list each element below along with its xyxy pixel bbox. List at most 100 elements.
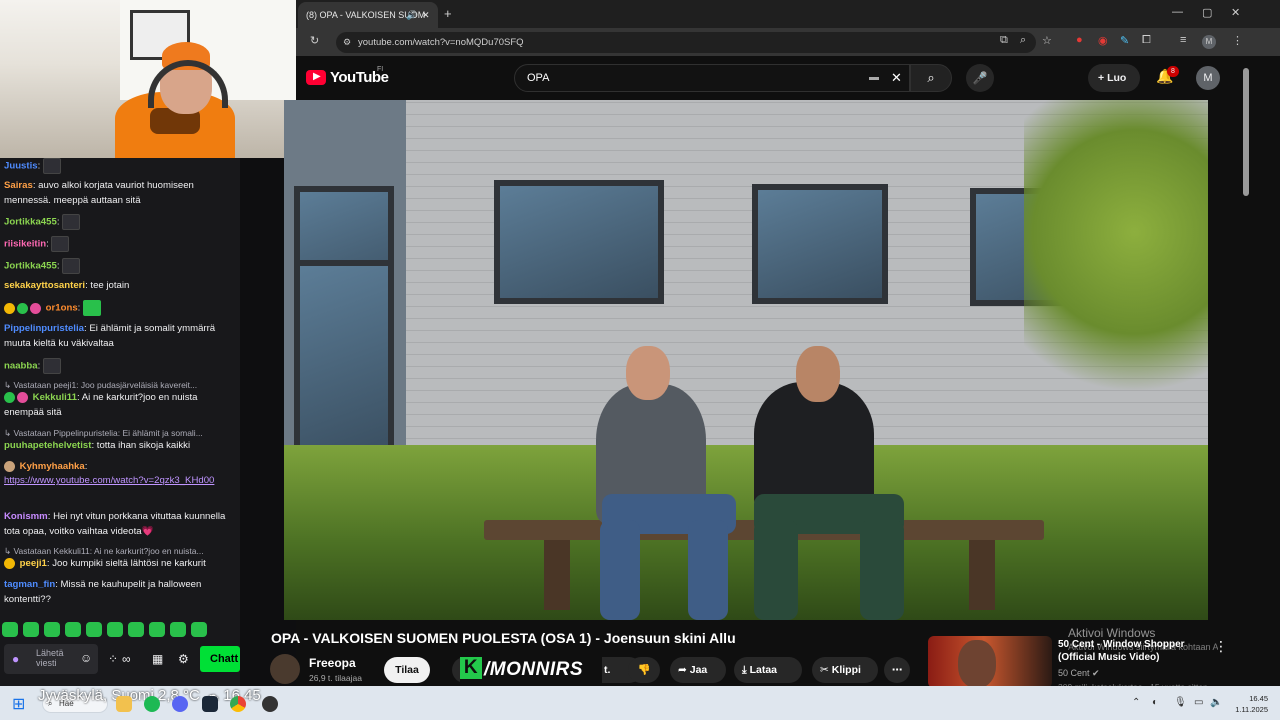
- points-icon[interactable]: ⁘: [108, 652, 118, 667]
- audio-icon[interactable]: 🔊: [406, 2, 417, 28]
- scrollbar-thumb[interactable]: [1243, 68, 1249, 196]
- clip-button[interactable]: ✂ Klippi: [812, 657, 878, 683]
- tray-app-icon[interactable]: ◐: [1152, 697, 1158, 708]
- avatar[interactable]: M: [1196, 66, 1220, 90]
- emote-icon[interactable]: [128, 622, 144, 637]
- url-field[interactable]: ⚙ youtube.com/watch?v=noMQDu70SFQ: [336, 32, 1036, 53]
- share-button[interactable]: ➦ Jaa: [670, 657, 726, 683]
- chat-username[interactable]: Kekkuli11: [33, 392, 77, 403]
- emote-icon[interactable]: [170, 622, 186, 637]
- translate-icon[interactable]: ✎: [1120, 34, 1129, 47]
- chat-username[interactable]: puuhapetehelvetist: [4, 440, 91, 451]
- chat-text: totta ihan sikoja kaikki: [96, 440, 191, 451]
- network-icon[interactable]: ▭: [1194, 697, 1203, 708]
- chat-username[interactable]: Jortikka455: [4, 261, 57, 272]
- discord-icon[interactable]: [172, 696, 188, 712]
- media-icon[interactable]: ≡: [1180, 34, 1186, 46]
- chat-username[interactable]: or1ons: [46, 303, 78, 314]
- spotify-icon[interactable]: [144, 696, 160, 712]
- chat-username[interactable]: naabba: [4, 361, 38, 372]
- clock-date: 1.11.2025: [1235, 705, 1268, 714]
- chat-username[interactable]: Pippelinpuristelia: [4, 323, 84, 334]
- subscriber-count: 26,9 t. tilaajaa: [309, 673, 362, 683]
- emote-icon: [42, 358, 61, 374]
- new-tab-icon[interactable]: +: [444, 6, 452, 21]
- volume-icon[interactable]: 🔈: [1210, 697, 1222, 708]
- windows-taskbar: ⊞ ⌕ Hae Jyväskylä, Suomi 2,8 °C ☁ 16.45 …: [0, 686, 1280, 720]
- emote-icon[interactable]: [65, 622, 81, 637]
- download-button[interactable]: ⤓ Lataa: [734, 657, 802, 683]
- infinity-icon[interactable]: ∞: [122, 652, 131, 667]
- profile-icon[interactable]: M: [1202, 35, 1216, 49]
- settings-icon[interactable]: ⚙: [178, 652, 189, 667]
- emote-icon: [62, 214, 81, 230]
- notification-badge: 8: [1167, 66, 1179, 77]
- close-window-icon[interactable]: ✕: [1231, 6, 1240, 19]
- chat-username[interactable]: Konismm: [4, 511, 48, 522]
- chat-username[interactable]: tagman_fin: [4, 579, 55, 590]
- search-input[interactable]: OPA ▬ ✕: [514, 64, 910, 92]
- search-button[interactable]: ⌕: [910, 64, 952, 92]
- bookmark-star-icon[interactable]: ☆: [1042, 34, 1052, 47]
- windows-start-icon[interactable]: ⊞: [12, 694, 25, 714]
- site-info-icon[interactable]: ⚙: [343, 32, 351, 53]
- tray-chevron-icon[interactable]: ⌃: [1132, 697, 1140, 708]
- obs-icon[interactable]: [262, 696, 278, 712]
- voice-search-button[interactable]: 🎤: [966, 64, 994, 92]
- emote-icon[interactable]: [191, 622, 207, 637]
- emote-icon[interactable]: [107, 622, 123, 637]
- dislike-button[interactable]: 👎: [628, 657, 660, 683]
- chat-username[interactable]: peeji1: [20, 558, 47, 569]
- emote-icon[interactable]: [149, 622, 165, 637]
- menu-icon[interactable]: ⋮: [1232, 34, 1243, 47]
- tray-mic-icon[interactable]: 🎙: [1174, 697, 1187, 708]
- chat-username[interactable]: Juustis: [4, 161, 38, 172]
- mic-icon[interactable]: ●: [12, 652, 19, 667]
- store-icon[interactable]: ▦: [152, 652, 163, 667]
- youtube-logo-icon[interactable]: ▶: [306, 70, 326, 85]
- recommendation-title[interactable]: 50 Cent - Window Shopper (Official Music…: [1058, 638, 1208, 664]
- chat-link[interactable]: https://www.youtube.com/watch?v=2qzk3_KH…: [4, 475, 214, 486]
- chat-username[interactable]: Sairas: [4, 180, 33, 191]
- minimize-icon[interactable]: —: [1172, 6, 1183, 18]
- recommendation-thumbnail[interactable]: [928, 636, 1052, 688]
- install-icon[interactable]: ⧉: [1000, 34, 1008, 47]
- channel-avatar[interactable]: [270, 654, 300, 684]
- chat-username[interactable]: Kyhmyhaahka: [20, 461, 85, 472]
- chat-send-button[interactable]: Chatt: [200, 646, 240, 672]
- emote-icon[interactable]: [2, 622, 18, 637]
- video-player[interactable]: [284, 100, 1208, 620]
- recommendation-channel[interactable]: 50 Cent ✔: [1058, 668, 1100, 679]
- chrome-icon[interactable]: [230, 696, 246, 712]
- clear-search-icon[interactable]: ✕: [891, 65, 902, 91]
- chat-message: Pippelinpuristelia: Ei ählämit ja somali…: [4, 323, 216, 349]
- emote-icon[interactable]: [44, 622, 60, 637]
- extension-icon[interactable]: ●: [1076, 34, 1083, 46]
- close-tab-icon[interactable]: ✕: [422, 2, 430, 28]
- subscribe-button[interactable]: Tilaa: [384, 657, 430, 683]
- steam-icon[interactable]: [202, 696, 218, 712]
- reply-text: Vastataan Kekkuli11: Ai ne karkurit?joo …: [13, 546, 204, 556]
- more-actions-button[interactable]: ⋯: [884, 657, 910, 683]
- emote-icon[interactable]: [86, 622, 102, 637]
- chat-input[interactable]: ● Lähetä viesti ☺: [4, 644, 98, 674]
- create-button[interactable]: + Luo: [1088, 64, 1140, 92]
- chat-message: Jortikka455:: [4, 258, 232, 274]
- recommendation-more-icon[interactable]: ⋮: [1214, 638, 1228, 655]
- zoom-icon[interactable]: ⌕: [1020, 34, 1026, 47]
- extension-icon[interactable]: ◉: [1098, 34, 1108, 47]
- taskbar-clock[interactable]: 16.45 1.11.2025: [1228, 693, 1268, 715]
- reload-icon[interactable]: ↻: [310, 34, 319, 47]
- maximize-icon[interactable]: ▢: [1202, 6, 1212, 19]
- chat-username[interactable]: riisikeitin: [4, 239, 46, 250]
- verified-icon: ✔: [1092, 668, 1100, 678]
- emote-picker-icon[interactable]: ☺: [80, 651, 92, 666]
- chat-username[interactable]: sekakayttosanteri: [4, 280, 85, 291]
- file-explorer-icon[interactable]: [116, 696, 132, 712]
- browser-tab[interactable]: (8) OPA - VALKOISEN SUOM 🔊 ✕: [298, 2, 438, 28]
- extensions-puzzle-icon[interactable]: ⧠: [1142, 34, 1151, 47]
- channel-name[interactable]: Freeopa: [309, 656, 356, 670]
- keyboard-icon[interactable]: ▬: [869, 65, 879, 91]
- emote-icon[interactable]: [23, 622, 39, 637]
- chat-username[interactable]: Jortikka455: [4, 217, 57, 228]
